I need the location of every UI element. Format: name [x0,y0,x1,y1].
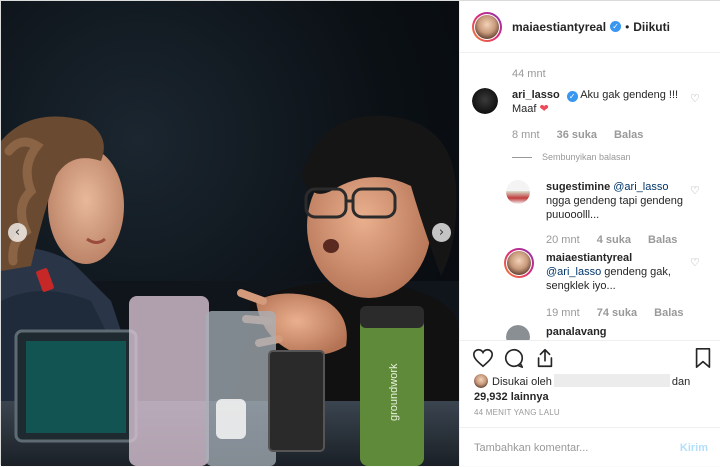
blurred-username [553,374,670,387]
avatar[interactable] [506,180,530,204]
header-separator: • [625,19,630,34]
avatar[interactable] [474,374,488,388]
mention-link[interactable]: @ari_lasso [546,266,601,278]
comment-likes[interactable]: 36 suka [557,129,597,141]
comment-body: ari_lasso ✓ Aku gak gendeng !!! Maaf ❤ [512,88,682,116]
reply-meta: 20 mnt 4 suka Balas [546,234,691,246]
reply-likes[interactable]: 4 suka [597,234,631,246]
red-heart-emoji: ❤ [539,102,549,115]
chevron-left-icon[interactable]: ‹ [8,223,27,242]
reply-username[interactable]: maiaestiantyreal [546,252,632,264]
reply-button[interactable]: Balas [654,307,683,319]
post-side-panel: maiaestiantyreal ✓ • Diikuti 44 mnt ari_… [459,1,720,466]
post-actions: Disukai oleh dan 29,932 lainnya 44 MENIT … [460,340,720,466]
comment-icon[interactable] [503,347,525,369]
follow-status-button[interactable]: Diikuti [633,20,670,34]
bookmark-icon[interactable] [693,347,713,369]
reply-username[interactable]: sugestimine [546,181,610,193]
reply-like-heart-icon[interactable]: ♡ [690,184,700,197]
post-photo[interactable]: groundwork ‹ › [1,1,459,466]
reply-button[interactable]: Balas [648,234,677,246]
comments-list[interactable]: 44 mnt ari_lasso ✓ Aku gak gendeng !!! M… [460,54,720,340]
header-username[interactable]: maiaestiantyreal [512,20,606,34]
add-comment-bar: Kirim [460,427,720,467]
reply-meta: 19 mnt 74 suka Balas [546,307,698,319]
reply-likes[interactable]: 74 suka [597,307,637,319]
reply-time: 19 mnt [546,307,580,319]
comment-time: 8 mnt [512,129,540,141]
avatar[interactable] [472,11,502,42]
verified-badge-icon: ✓ [610,21,622,32]
reply-like-heart-icon[interactable]: ♡ [690,256,700,269]
reply-username[interactable]: panalavang [546,326,607,338]
reply-time: 20 mnt [546,234,580,246]
avatar[interactable] [472,88,498,114]
reply-body: sugestimine @ari_lasso ngga gendeng tapi… [546,180,686,222]
reply-text: ngga gendeng tapi gendeng puuooolll... [546,195,684,221]
mention-link[interactable]: @ari_lasso [613,181,668,193]
avatar[interactable] [504,248,534,278]
likes-count-link[interactable]: 29,932 lainnya [474,391,549,403]
reply-button[interactable]: Balas [614,129,643,141]
share-icon[interactable] [534,347,556,369]
comment-like-heart-icon[interactable]: ♡ [690,92,700,105]
comment-input[interactable] [474,441,680,454]
top-comment-time: 44 mnt [512,68,546,80]
heart-icon[interactable] [472,347,494,369]
likes-summary: Disukai oleh dan 29,932 lainnya [474,374,690,405]
chevron-right-icon[interactable]: › [432,223,451,242]
comment-username[interactable]: ari_lasso [512,89,560,101]
post-time-ago[interactable]: 44 MENIT YANG LALU [474,408,560,417]
hide-replies-toggle[interactable]: Sembunyikan balasan [512,152,631,162]
bottle-label: groundwork [388,363,400,421]
comment-meta: 8 mnt 36 suka Balas [512,129,657,141]
verified-badge-icon: ✓ [566,91,578,102]
liked-by-suffix: dan [671,376,691,388]
post-header: maiaestiantyreal ✓ • Diikuti [460,1,720,53]
instagram-post: groundwork ‹ › maiaestiantyreal ✓ • Diik… [0,0,720,466]
reply-body: maiaestiantyreal @ari_lasso gendeng gak,… [546,251,686,293]
post-comment-button[interactable]: Kirim [680,442,708,454]
liked-by-prefix: Disukai oleh [492,376,552,388]
avatar[interactable] [506,325,530,340]
photo-illustration: groundwork [1,115,459,466]
